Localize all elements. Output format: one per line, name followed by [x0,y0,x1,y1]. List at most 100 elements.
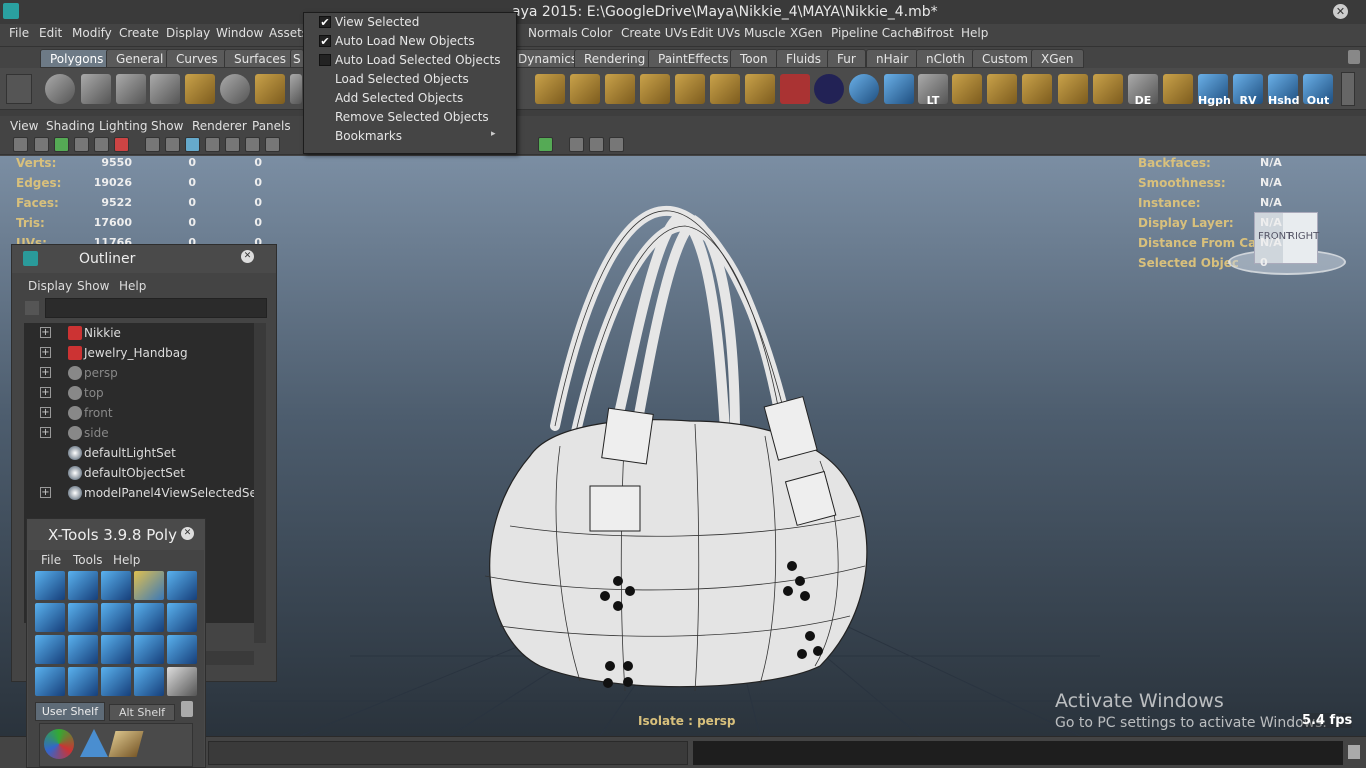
outliner-close-icon[interactable]: ✕ [241,250,254,263]
frame-icon[interactable] [589,137,604,152]
hshd-button[interactable]: Hshd [1268,74,1299,107]
xtool-15-icon[interactable] [167,635,197,664]
insert-loop-icon[interactable] [675,74,705,104]
lt-button[interactable]: LT [918,74,948,107]
xtool-2-icon[interactable] [68,571,98,600]
poly-torus-icon[interactable] [220,74,250,104]
auto-load-selected-checkbox[interactable] [319,54,331,66]
xtool-13-icon[interactable] [101,635,131,664]
menu-window[interactable]: Window [216,26,263,40]
tab-polygons[interactable]: Polygons [40,49,114,68]
xray-icon[interactable] [225,137,240,152]
box-icon[interactable] [569,137,584,152]
tab-surfaces[interactable]: Surfaces [224,49,296,68]
uv-flat-icon[interactable] [1163,74,1193,104]
expand-icon[interactable]: + [40,427,51,438]
offset-loop-icon[interactable] [710,74,740,104]
poly-cube-icon[interactable] [81,74,111,104]
select-camera-icon[interactable] [13,137,28,152]
sculpt-icon[interactable] [745,74,775,104]
append-icon[interactable] [605,74,635,104]
uv-select-icon[interactable] [987,74,1017,104]
extrude-icon[interactable] [535,74,565,104]
xtool-8-icon[interactable] [101,603,131,632]
bookmark-icon[interactable] [54,137,69,152]
menu-pipeline-cache[interactable]: Pipeline Cache [831,26,919,40]
bridge-icon[interactable] [570,74,600,104]
xtools-tab-user-shelf[interactable]: User Shelf [35,702,105,721]
menu-file[interactable]: File [9,26,29,40]
filter-icon[interactable] [25,301,39,315]
xtool-18-icon[interactable] [101,667,131,696]
tab-toon[interactable]: Toon [730,49,778,68]
uv-layout-icon[interactable] [1093,74,1123,104]
menu-item-view-selected[interactable]: View Selected [335,15,419,29]
image-plane-icon[interactable] [74,137,89,152]
xtool-9-icon[interactable] [134,603,164,632]
xtools-menu-file[interactable]: File [41,553,61,567]
poly-cylinder-icon[interactable] [116,74,146,104]
split-icon[interactable] [640,74,670,104]
menu-display[interactable]: Display [166,26,210,40]
outliner-item-nikkie[interactable]: + Nikkie [24,323,254,343]
rotate-icon[interactable] [849,74,879,104]
outliner-menu-help[interactable]: Help [119,279,146,293]
expand-icon[interactable]: + [40,407,51,418]
menu-item-auto-load-selected[interactable]: Auto Load Selected Objects [335,53,500,67]
outliner-menu-show[interactable]: Show [77,279,109,293]
xtool-11-icon[interactable] [35,635,65,664]
expand-icon[interactable]: + [40,367,51,378]
menu-muscle[interactable]: Muscle [744,26,786,40]
expand-icon[interactable]: + [40,347,51,358]
menu-normals[interactable]: Normals [528,26,578,40]
tab-curves[interactable]: Curves [166,49,228,68]
rotate-tool-icon[interactable] [44,729,74,759]
menu-modify[interactable]: Modify [72,26,112,40]
outliner-item-top[interactable]: + top [24,383,254,403]
xtools-tab-alt-shelf[interactable]: Alt Shelf [109,704,175,721]
xtool-7-icon[interactable] [68,603,98,632]
outliner-item-persp[interactable]: + persp [24,363,254,383]
pencil-icon[interactable] [114,137,129,152]
plane-tool-icon[interactable] [108,731,144,757]
camera-attr-icon[interactable] [34,137,49,152]
xtool-14-icon[interactable] [134,635,164,664]
uv-grid-icon[interactable] [952,74,982,104]
tab-fur[interactable]: Fur [827,49,866,68]
grease-pencil-icon[interactable] [94,137,109,152]
isolate-select-icon[interactable] [538,137,553,152]
tab-nhair[interactable]: nHair [866,49,919,68]
grid-icon[interactable] [165,137,180,152]
expand-icon[interactable]: + [40,387,51,398]
outliner-search-input[interactable] [45,298,267,318]
expand-icon[interactable]: + [40,327,51,338]
xtool-17-icon[interactable] [68,667,98,696]
panel-menu-view[interactable]: View [10,119,38,133]
xtool-16-icon[interactable] [35,667,65,696]
poly-pipe-icon[interactable] [290,74,302,104]
outliner-item-default-object-set[interactable]: defaultObjectSet [24,463,254,483]
rv-button[interactable]: RV [1233,74,1263,107]
xtool-3-icon[interactable] [101,571,131,600]
panel-menu-shading[interactable]: Shading [46,119,95,133]
outliner-hscroll[interactable] [206,651,254,665]
smooth-shade-icon[interactable] [185,137,200,152]
auto-load-new-checkbox[interactable]: ✔ [319,35,331,47]
xtools-trash-icon[interactable] [181,701,193,717]
uv-cut-icon[interactable] [1022,74,1052,104]
handbag-model[interactable] [470,196,880,696]
paint-icon[interactable] [780,74,810,104]
share-icon[interactable] [609,137,624,152]
outliner-titlebar[interactable]: Outliner ✕ [12,245,276,273]
xtool-6-icon[interactable] [35,603,65,632]
menu-create-uvs[interactable]: Create UVs [621,26,688,40]
xtool-19-icon[interactable] [134,667,164,696]
tab-general[interactable]: General [106,49,174,68]
poly-sphere-icon[interactable] [45,74,75,104]
menu-item-auto-load-new[interactable]: Auto Load New Objects [335,34,475,48]
menu-item-add-selected[interactable]: Add Selected Objects [335,91,463,105]
poly-cone-icon[interactable] [150,74,180,104]
trash-icon[interactable] [1348,50,1360,64]
xtools-close-icon[interactable]: ✕ [181,527,194,540]
menu-item-bookmarks[interactable]: Bookmarks [335,129,402,143]
